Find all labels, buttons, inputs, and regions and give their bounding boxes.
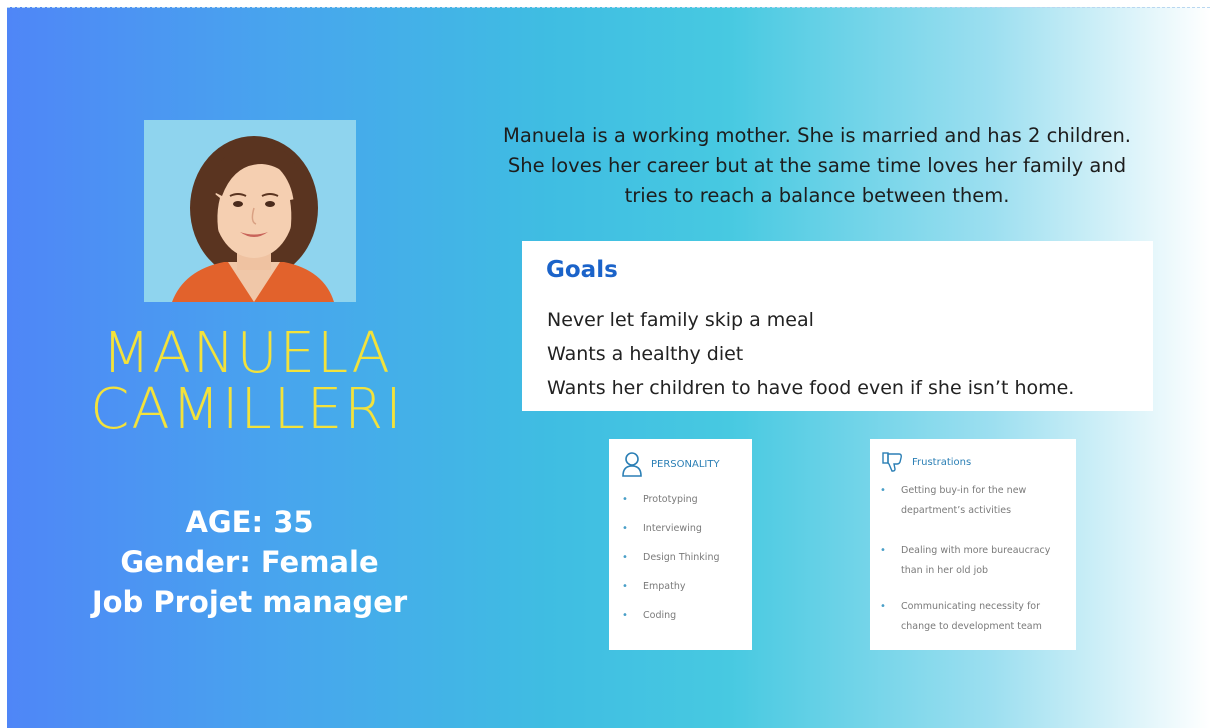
personality-item: • Design Thinking <box>622 552 720 581</box>
personality-title: PERSONALITY <box>651 458 720 470</box>
personality-list: • Prototyping • Interviewing • Design Think… <box>622 494 720 639</box>
frustration-item: • Communicating necessity for change to d… <box>880 597 1070 637</box>
frustrations-list: • Getting buy-in for the new department’s… <box>880 481 1070 657</box>
bullet-icon: • <box>622 552 628 563</box>
bullet-icon: • <box>880 545 886 556</box>
thumbs-down-icon <box>882 452 902 472</box>
frustrations-card: Frustrations • Getting buy-in for the new… <box>870 439 1076 650</box>
goals-list: Never let family skip a meal Wants a hea… <box>547 303 1074 405</box>
personality-item-label: Design Thinking <box>643 552 720 563</box>
bio-line: She loves her career but at the same tim… <box>507 154 1127 177</box>
frustration-item-label: Communicating necessity for change to de… <box>901 601 1042 632</box>
bio-line: Manuela is a working mother. She is marr… <box>503 124 1131 147</box>
goals-title: Goals <box>546 257 618 283</box>
bio-line: tries to reach a balance between them. <box>624 184 1010 207</box>
personality-item-label: Empathy <box>643 581 686 592</box>
bullet-icon: • <box>880 485 886 496</box>
frustrations-header: Frustrations <box>882 451 971 473</box>
job-text: Job Projet manager <box>91 585 408 619</box>
bullet-icon: • <box>622 581 628 592</box>
gender-text: Gender: Female <box>120 545 379 579</box>
personality-item: • Interviewing <box>622 523 720 552</box>
bullet-icon: • <box>622 610 628 621</box>
goal-item: Wants her children to have food even if … <box>547 377 1075 399</box>
age-text: AGE: 35 <box>185 505 314 539</box>
frustration-item-label: Getting buy-in for the new department’s … <box>901 485 1027 516</box>
persona-photo <box>144 120 356 302</box>
personality-item-label: Prototyping <box>643 494 698 505</box>
frustration-item: • Getting buy-in for the new department’s… <box>880 481 1070 521</box>
bullet-icon: • <box>622 523 628 534</box>
persona-name: MANUELA CAMILLERI <box>47 326 447 438</box>
frustration-item: • Dealing with more bureaucracy than in h… <box>880 541 1070 581</box>
personality-item-label: Interviewing <box>643 523 702 534</box>
frustrations-title: Frustrations <box>912 456 972 468</box>
personality-item: • Prototyping <box>622 494 720 523</box>
bullet-icon: • <box>622 494 628 505</box>
goal-item: Wants a healthy diet <box>547 343 744 365</box>
frustration-item-label: Dealing with more bureaucracy than in he… <box>901 545 1051 576</box>
personality-header: PERSONALITY <box>621 451 720 477</box>
personality-card: PERSONALITY • Prototyping • Interviewing •… <box>609 439 752 650</box>
goals-card: Goals Never let family skip a meal Wants… <box>522 241 1153 411</box>
persona-slide: MANUELA CAMILLERI AGE: 35 Gender: Female… <box>7 7 1210 728</box>
persona-facts: AGE: 35 Gender: Female Job Projet manage… <box>47 502 452 622</box>
bullet-icon: • <box>880 601 886 612</box>
personality-item-label: Coding <box>643 610 677 621</box>
portrait-image <box>144 120 356 302</box>
person-outline-icon <box>622 452 642 477</box>
persona-bio: Manuela is a working mother. She is marr… <box>447 121 1187 211</box>
goal-item: Never let family skip a meal <box>547 309 814 331</box>
personality-item: • Coding <box>622 610 720 639</box>
personality-item: • Empathy <box>622 581 720 610</box>
name-last: CAMILLERI <box>90 377 404 442</box>
name-first: MANUELA <box>102 321 392 386</box>
